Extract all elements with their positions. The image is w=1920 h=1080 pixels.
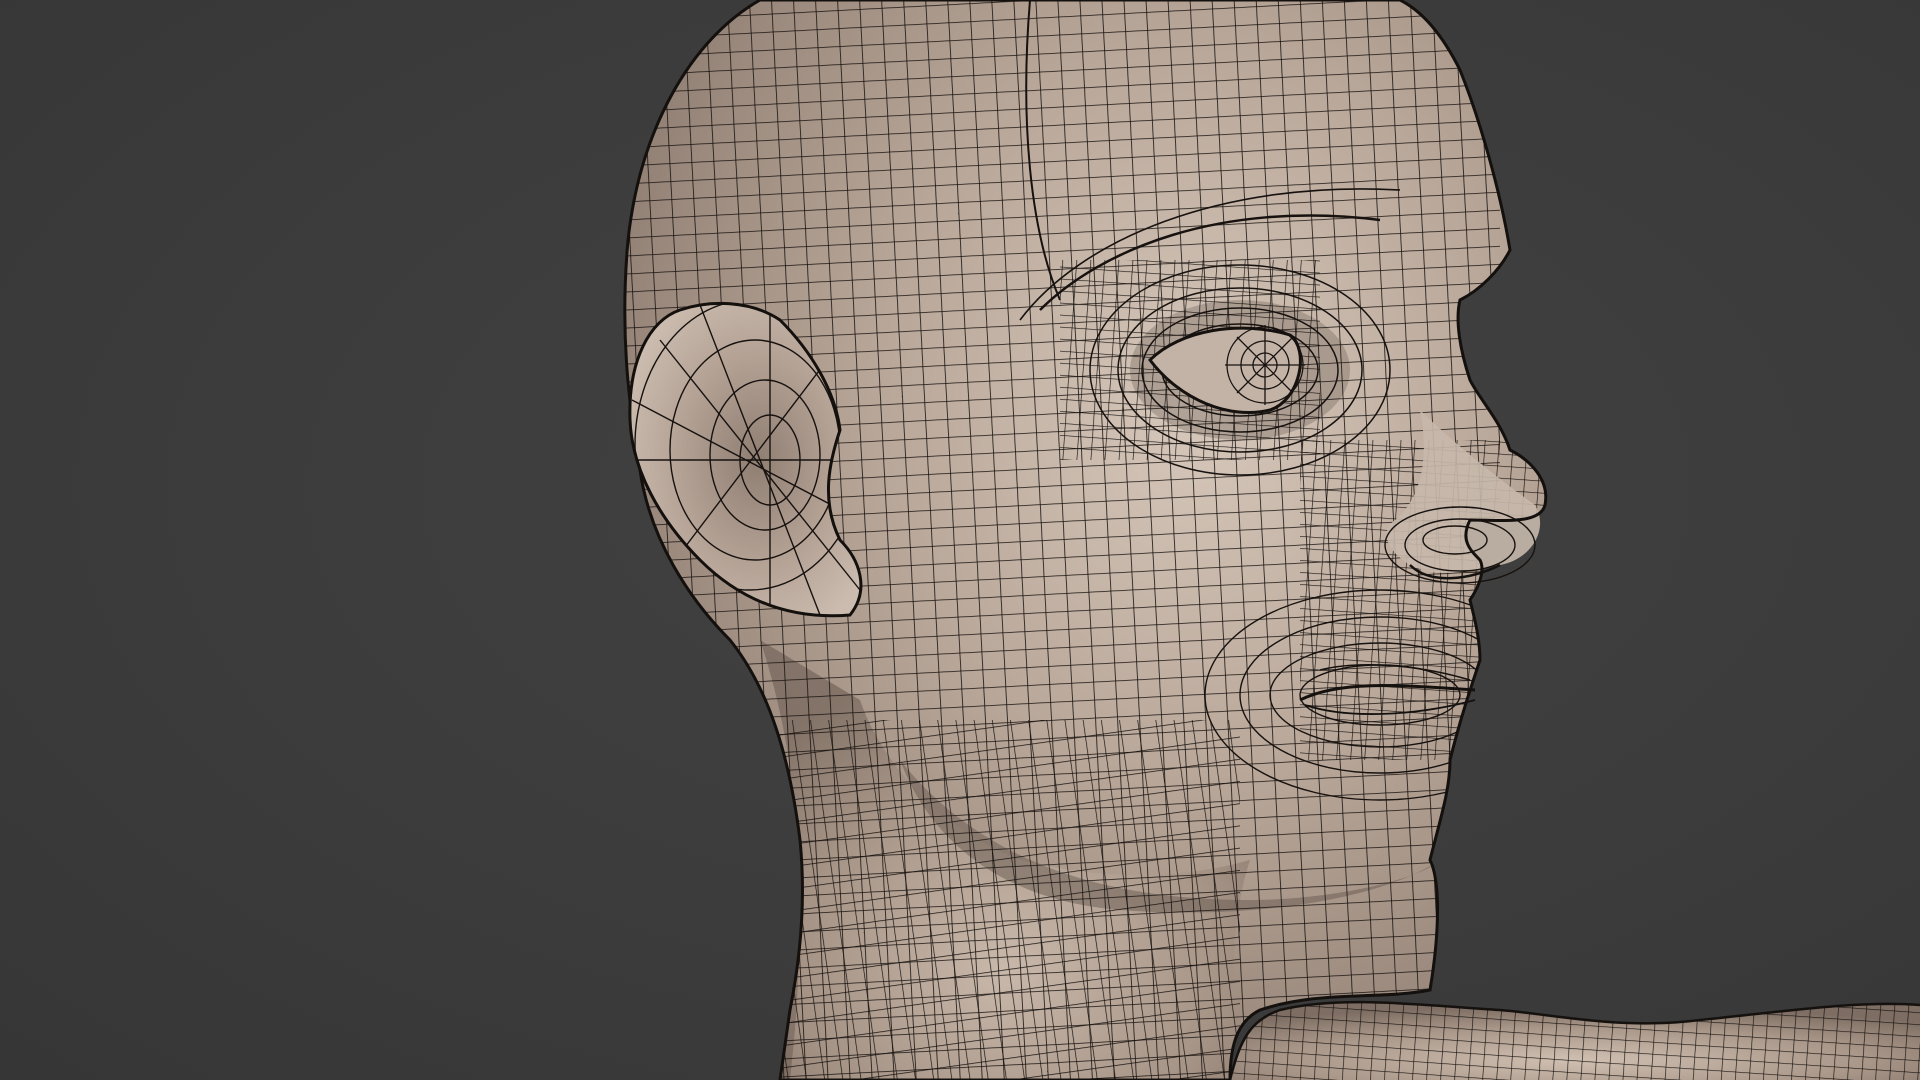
shoulder-mesh — [1228, 1000, 1920, 1080]
3d-viewport[interactable] — [0, 0, 1920, 1080]
head-mesh-render — [623, 0, 1920, 1080]
